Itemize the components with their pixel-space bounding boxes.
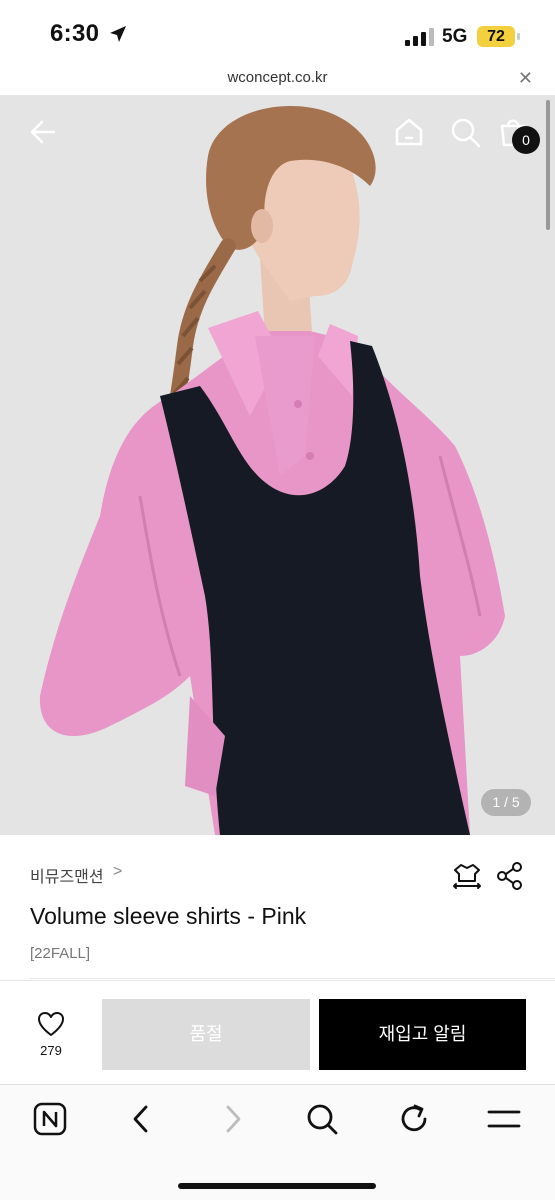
status-time: 6:30 (50, 20, 100, 47)
forward-icon[interactable] (214, 1101, 250, 1137)
restock-alert-button[interactable]: 재입고 알림 (319, 999, 526, 1070)
battery-tip (517, 33, 520, 40)
product-season-tag: [22FALL] (30, 945, 91, 962)
home-indicator[interactable] (178, 1183, 376, 1189)
soldout-button[interactable]: 품절 (102, 999, 310, 1070)
product-title: Volume sleeve shirts - Pink (30, 903, 307, 929)
cart-count-badge[interactable]: 0 (512, 126, 540, 154)
menu-icon[interactable] (486, 1101, 522, 1137)
url-bar[interactable]: wconcept.co.kr ✕ (0, 62, 555, 96)
search-icon[interactable] (448, 115, 482, 149)
location-arrow-icon (110, 26, 126, 42)
network-type: 5G (442, 26, 468, 47)
brand-link[interactable]: 비뮤즈맨션 (30, 863, 104, 887)
product-photo (0, 96, 555, 835)
status-bar: 6:30 5G 72 (0, 0, 555, 62)
heart-icon[interactable] (37, 1011, 65, 1037)
search-icon[interactable] (304, 1101, 340, 1137)
refresh-icon[interactable] (396, 1101, 432, 1137)
close-icon[interactable]: ✕ (518, 68, 533, 89)
back-icon[interactable] (124, 1101, 160, 1137)
like-count: 279 (40, 1043, 62, 1058)
share-icon[interactable] (496, 861, 524, 891)
url-text[interactable]: wconcept.co.kr (0, 69, 555, 86)
page-scrollbar[interactable] (546, 100, 550, 230)
battery-indicator: 72 (477, 26, 515, 47)
back-arrow-icon[interactable] (26, 116, 58, 148)
divider (30, 978, 555, 979)
size-guide-icon[interactable] (452, 861, 482, 891)
chevron-right-icon[interactable]: > (113, 863, 122, 881)
image-page-indicator: 1 / 5 (481, 789, 531, 816)
purchase-action-bar: 279 품절 재입고 알림 (0, 980, 555, 1084)
product-image[interactable] (0, 96, 555, 835)
home-icon[interactable] (392, 115, 426, 149)
naver-icon[interactable] (32, 1101, 68, 1137)
like-button[interactable]: 279 (20, 1011, 82, 1063)
signal-strength-icon (405, 28, 435, 46)
